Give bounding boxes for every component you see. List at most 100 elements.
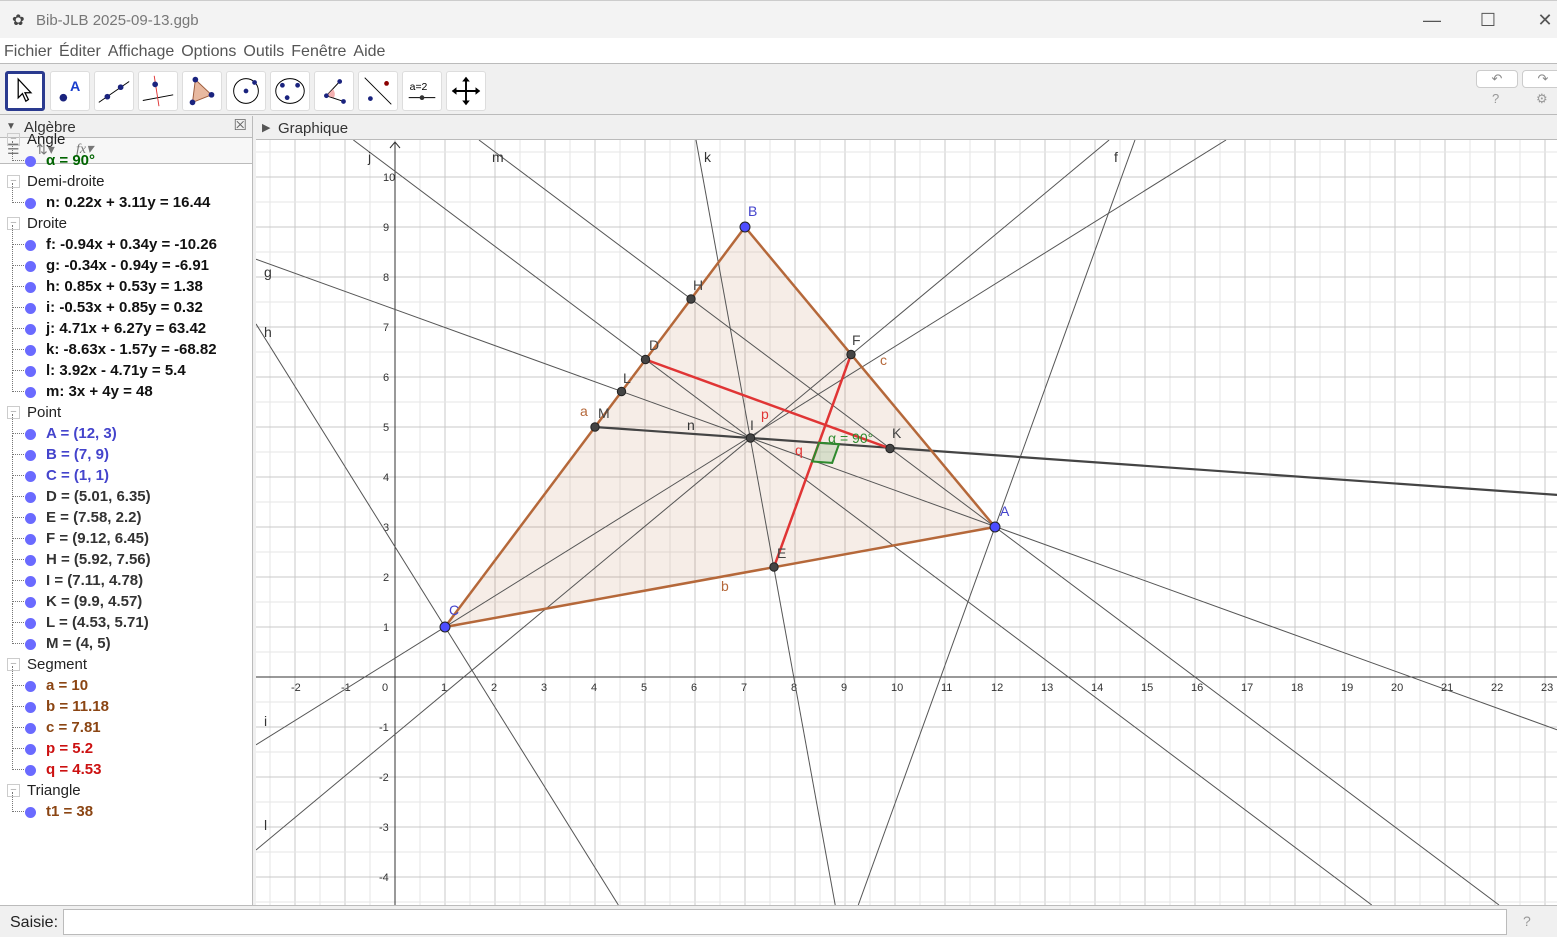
line-j[interactable] [353, 140, 1373, 905]
redo-button[interactable]: ↷ [1522, 70, 1557, 88]
algebra-item[interactable]: c = 7.81 [0, 708, 250, 739]
help-icon[interactable]: ? [1492, 91, 1499, 106]
algebra-item[interactable]: k: -8.63x - 1.57y = -68.82 [0, 330, 250, 361]
point-L[interactable] [616, 386, 627, 397]
graphics-view[interactable]: -2 -1 0 1 2 3 4 5 6 7 8 9 10 11 12 13 14 15 16 17 18 19 20 21 22… [256, 140, 1557, 905]
algebra-item[interactable]: a = 10 [0, 666, 250, 697]
line-label-i[interactable]: i [264, 713, 267, 729]
segment-label-a[interactable]: a [580, 403, 588, 419]
line-l[interactable] [256, 140, 1110, 851]
point-label-K[interactable]: K [892, 425, 902, 441]
visibility-toggle-icon[interactable] [25, 681, 36, 692]
segment-label-b[interactable]: b [721, 578, 729, 594]
point-C[interactable] [439, 621, 451, 633]
visibility-toggle-icon[interactable] [25, 534, 36, 545]
visibility-toggle-icon[interactable] [25, 387, 36, 398]
visibility-toggle-icon[interactable] [25, 345, 36, 356]
visibility-toggle-icon[interactable] [25, 807, 36, 818]
point-label-F[interactable]: F [852, 332, 861, 348]
visibility-toggle-icon[interactable] [25, 723, 36, 734]
move-view-tool[interactable] [446, 71, 486, 111]
menu-options[interactable]: Options [177, 38, 239, 61]
point-M[interactable] [590, 422, 600, 432]
algebra-item[interactable]: B = (7, 9) [0, 435, 250, 466]
menu-fichier[interactable]: Fichier [0, 38, 55, 61]
line-label-m[interactable]: m [492, 149, 504, 165]
point-label-E[interactable]: E [777, 545, 786, 561]
algebra-item[interactable]: h: 0.85x + 0.53y = 1.38 [0, 267, 250, 298]
algebra-item[interactable]: m: 3x + 4y = 48 [0, 372, 250, 403]
point-label-A[interactable]: A [1000, 503, 1010, 519]
visibility-toggle-icon[interactable] [25, 618, 36, 629]
line-label-g[interactable]: g [264, 264, 272, 280]
input-field[interactable] [63, 909, 1507, 935]
algebra-item[interactable]: α = 90° [0, 141, 250, 172]
visibility-toggle-icon[interactable] [25, 744, 36, 755]
line-g[interactable] [256, 258, 1557, 731]
visibility-toggle-icon[interactable] [25, 765, 36, 776]
point-label-C[interactable]: C [449, 602, 459, 618]
segment-label-p[interactable]: p [761, 406, 769, 422]
visibility-toggle-icon[interactable] [25, 492, 36, 503]
algebra-item[interactable]: H = (5.92, 7.56) [0, 540, 250, 571]
input-help-icon[interactable]: ? [1523, 913, 1531, 929]
point-A[interactable] [989, 521, 1001, 533]
perpendicular-tool[interactable] [138, 71, 178, 111]
algebra-item[interactable]: t1 = 38 [0, 792, 250, 823]
point-label-M[interactable]: M [598, 405, 610, 421]
algebra-item[interactable]: i: -0.53x + 0.85y = 0.32 [0, 288, 250, 319]
algebra-item[interactable]: p = 5.2 [0, 729, 250, 760]
visibility-toggle-icon[interactable] [25, 303, 36, 314]
visibility-toggle-icon[interactable] [25, 471, 36, 482]
visibility-toggle-icon[interactable] [25, 324, 36, 335]
settings-gear-icon[interactable]: ⚙ [1536, 91, 1548, 107]
visibility-toggle-icon[interactable] [25, 156, 36, 167]
line-label-h[interactable]: h [264, 324, 272, 340]
circle-3-points-tool[interactable] [270, 71, 310, 111]
visibility-toggle-icon[interactable] [25, 513, 36, 524]
visibility-toggle-icon[interactable] [25, 261, 36, 272]
visibility-toggle-icon[interactable] [25, 576, 36, 587]
point-I[interactable] [745, 433, 756, 443]
algebra-item[interactable]: C = (1, 1) [0, 456, 250, 487]
menu-fenetre[interactable]: Fenêtre [287, 38, 349, 61]
visibility-toggle-icon[interactable] [25, 198, 36, 209]
line-label-j[interactable]: j [367, 149, 371, 165]
line-label-l[interactable]: l [264, 817, 267, 833]
point-label-H[interactable]: H [693, 277, 703, 293]
algebra-item[interactable]: A = (12, 3) [0, 414, 250, 445]
algebra-item[interactable]: l: 3.92x - 4.71y = 5.4 [0, 351, 250, 382]
move-tool[interactable] [5, 71, 45, 111]
algebra-item[interactable]: F = (9.12, 6.45) [0, 519, 250, 550]
visibility-toggle-icon[interactable] [25, 702, 36, 713]
ray-label-n[interactable]: n [687, 417, 695, 433]
line-label-k[interactable]: k [704, 149, 712, 165]
point-label-I[interactable]: I [750, 417, 754, 433]
point-B[interactable] [739, 221, 751, 233]
point-label-D[interactable]: D [649, 337, 659, 353]
visibility-toggle-icon[interactable] [25, 282, 36, 293]
point-D[interactable] [640, 354, 651, 365]
algebra-item[interactable]: b = 11.18 [0, 687, 250, 718]
point-E[interactable] [769, 562, 779, 572]
menu-aide[interactable]: Aide [349, 38, 388, 61]
angle-tool[interactable] [314, 71, 354, 111]
line-h[interactable] [256, 323, 619, 905]
minimize-button[interactable]: — [1412, 7, 1452, 33]
menu-editer[interactable]: Éditer [55, 38, 104, 61]
point-tool[interactable]: A [50, 71, 90, 111]
point-F[interactable] [846, 349, 856, 360]
menu-affichage[interactable]: Affichage [104, 38, 177, 61]
algebra-item[interactable]: I = (7.11, 4.78) [0, 561, 250, 592]
circle-tool[interactable] [226, 71, 266, 111]
visibility-toggle-icon[interactable] [25, 597, 36, 608]
algebra-item[interactable]: q = 4.53 [0, 750, 250, 781]
algebra-item[interactable]: g: -0.34x - 0.94y = -6.91 [0, 246, 250, 277]
visibility-toggle-icon[interactable] [25, 639, 36, 650]
close-button[interactable]: ✕ [1525, 7, 1557, 33]
visibility-toggle-icon[interactable] [25, 555, 36, 566]
algebra-item[interactable]: E = (7.58, 2.2) [0, 498, 250, 529]
expand-triangle-icon[interactable]: ▶ [262, 121, 270, 134]
maximize-button[interactable]: ☐ [1468, 7, 1508, 33]
point-label-B[interactable]: B [748, 203, 757, 219]
